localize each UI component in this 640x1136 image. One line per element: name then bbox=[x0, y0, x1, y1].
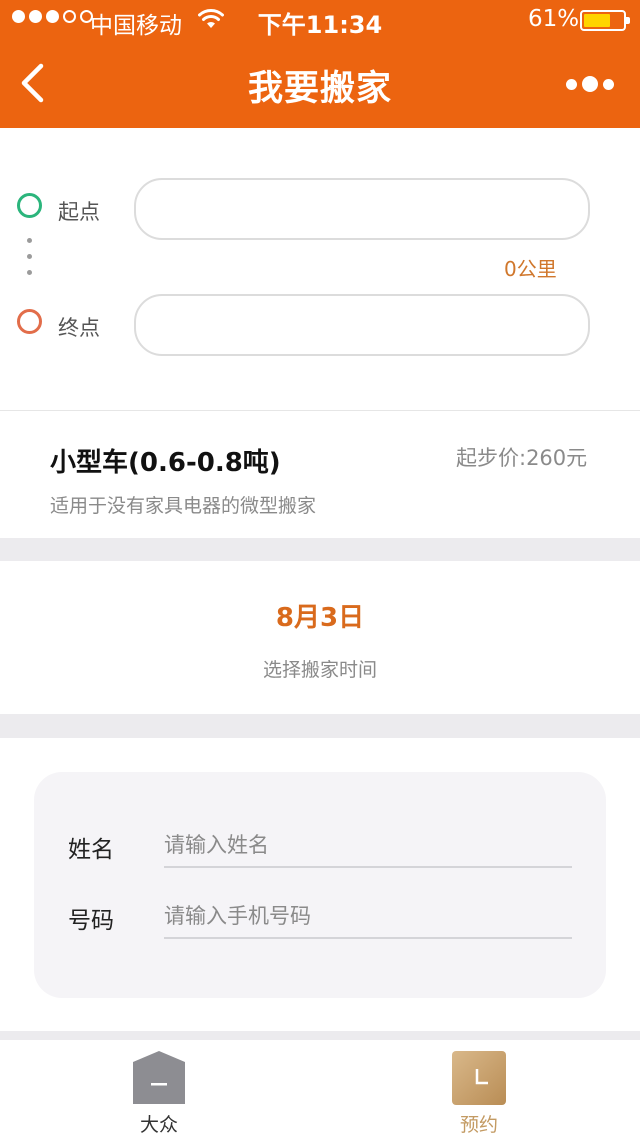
start-label: 起点 bbox=[58, 200, 100, 224]
page-title: 我要搬家 bbox=[247, 69, 392, 109]
more-options-icon[interactable] bbox=[566, 72, 616, 96]
status-bar: 中国移动 下午11:34 61% bbox=[0, 0, 640, 40]
end-label: 终点 bbox=[58, 316, 100, 340]
vehicle-price: 起步价:260元 bbox=[456, 446, 588, 470]
vehicle-option[interactable]: 小型车(0.6-0.8吨) 起步价:260元 适用于没有家具电器的微型搬家 bbox=[0, 411, 640, 538]
contact-section: 姓名 号码 bbox=[0, 738, 640, 1031]
bottom-tab-bar: 大众 预约 bbox=[0, 1040, 640, 1136]
battery-icon bbox=[580, 10, 630, 31]
start-address-input[interactable] bbox=[134, 178, 590, 240]
route-connector-dots bbox=[27, 238, 32, 275]
nav-bar: 我要搬家 bbox=[0, 40, 640, 128]
move-date-value: 8月3日 bbox=[275, 603, 365, 633]
vehicle-name: 小型车(0.6-0.8吨) bbox=[50, 448, 281, 478]
clock-icon bbox=[452, 1051, 506, 1105]
name-input[interactable] bbox=[164, 824, 572, 868]
contact-card: 姓名 号码 bbox=[34, 772, 606, 998]
tab-yuyue[interactable]: 预约 bbox=[419, 1040, 539, 1136]
tab-dazhong[interactable]: 大众 bbox=[99, 1040, 219, 1136]
end-point-icon bbox=[17, 309, 42, 334]
end-address-input[interactable] bbox=[134, 294, 590, 356]
section-gap bbox=[0, 538, 640, 561]
phone-label: 号码 bbox=[68, 908, 114, 934]
move-date-hint: 选择搬家时间 bbox=[262, 659, 377, 681]
phone-input[interactable] bbox=[164, 895, 572, 939]
house-icon bbox=[133, 1051, 185, 1104]
tab-dazhong-label: 大众 bbox=[139, 1114, 178, 1136]
route-distance: 0公里 bbox=[504, 257, 557, 281]
section-gap bbox=[0, 714, 640, 738]
section-gap bbox=[0, 1031, 640, 1040]
move-date-picker[interactable]: 8月3日 选择搬家时间 bbox=[0, 561, 640, 714]
battery-percent: 61% bbox=[528, 6, 580, 32]
tab-yuyue-label: 预约 bbox=[459, 1114, 498, 1136]
route-section: 起点 0公里 终点 bbox=[0, 128, 640, 411]
vehicle-description: 适用于没有家具电器的微型搬家 bbox=[50, 495, 317, 517]
name-label: 姓名 bbox=[68, 837, 114, 863]
app-header: 中国移动 下午11:34 61% 我要搬家 bbox=[0, 0, 640, 128]
start-point-icon bbox=[17, 193, 42, 218]
